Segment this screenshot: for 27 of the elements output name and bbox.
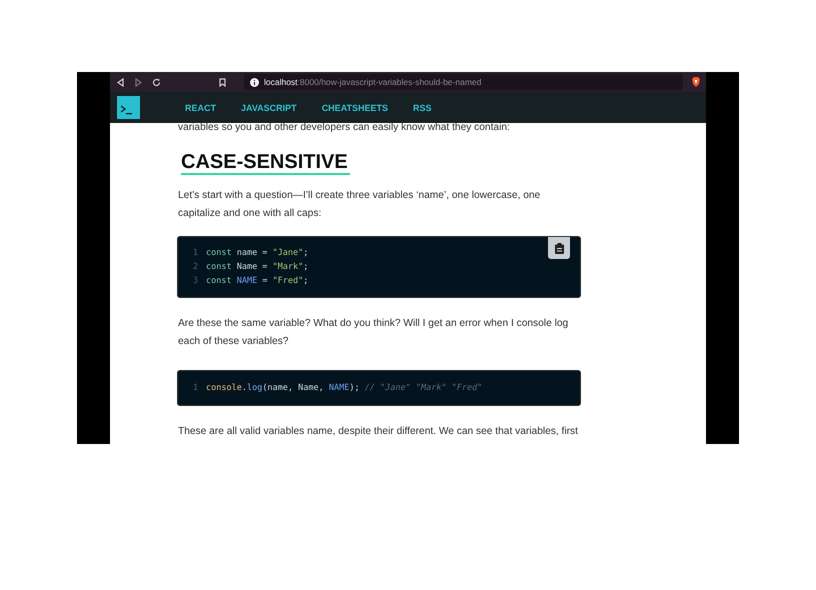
copy-button[interactable] xyxy=(548,237,570,259)
address-bar[interactable]: localhost:8000/how-javascript-variables-should-be-named xyxy=(244,74,683,90)
code-line: const name = "Jane"; xyxy=(206,247,308,260)
clipboard-icon xyxy=(554,242,564,254)
nav-link[interactable]: CHEATSHEETS xyxy=(322,102,388,112)
paragraph: variables so you and other developers can easily know what they contain: xyxy=(178,121,511,135)
site-logo[interactable] xyxy=(117,96,140,119)
forward-icon[interactable] xyxy=(134,78,143,86)
nav-link[interactable]: JAVASCRIPT xyxy=(241,102,297,112)
url-text: localhost:8000/how-javascript-variables-should-be-named xyxy=(264,77,482,87)
line-number: 3 xyxy=(192,275,198,288)
nav-link[interactable]: RSS xyxy=(413,102,432,112)
code-line: const NAME = "Fred"; xyxy=(206,275,308,288)
reload-icon[interactable] xyxy=(152,78,161,86)
paragraph: These are all valid variables name, despite their different. We can see that variables, first xyxy=(178,425,579,439)
paragraph: Let’s start with a question—I’ll create three variables ‘name’, one lowercase, one capitalize and one with all caps: xyxy=(178,189,542,221)
section-heading: CASE-SENSITIVE xyxy=(181,151,350,175)
code-line: const Name = "Mark"; xyxy=(206,261,308,274)
bookmark-icon[interactable] xyxy=(218,78,227,86)
info-icon xyxy=(250,78,259,86)
code-line: console.log(name, Name, NAME); // "Jane" "Mark" "Fred" xyxy=(206,382,482,395)
line-number: 2 xyxy=(192,261,198,274)
back-icon[interactable] xyxy=(116,78,125,86)
line-number: 1 xyxy=(192,247,198,260)
nav-link[interactable]: REACT xyxy=(185,102,216,112)
paragraph: Are these the same variable? What do you think? Will I get an error when I console log each of these variables? xyxy=(178,317,570,349)
line-number: 1 xyxy=(192,382,198,395)
